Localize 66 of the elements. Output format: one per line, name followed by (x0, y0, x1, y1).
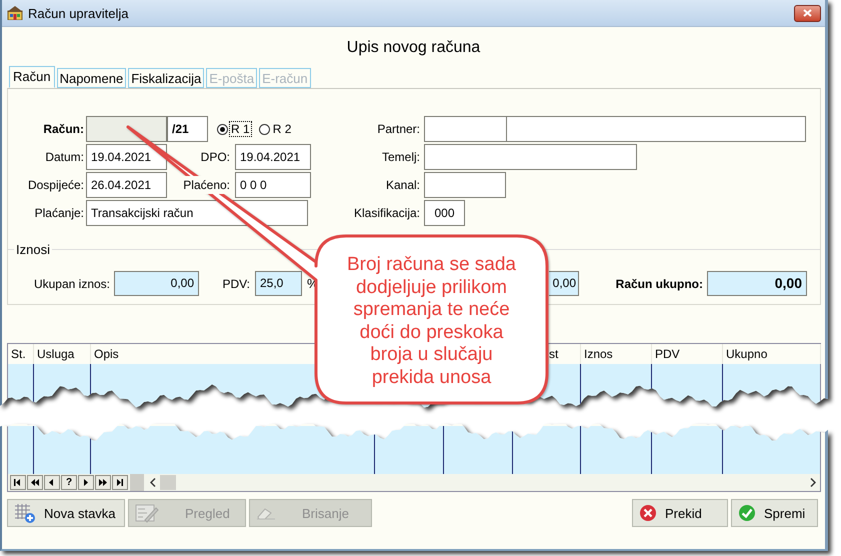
group-title: Iznosi (15, 242, 51, 256)
field-label: Ukupan iznos: (32, 276, 111, 290)
tab[interactable]: Fiskalizacija (128, 68, 204, 88)
radio-button[interactable]: R 1 (217, 122, 251, 136)
date-field[interactable]: 19.04.2021 (86, 144, 167, 170)
input-field[interactable]: 0 0 0 (235, 172, 311, 198)
action-button[interactable]: Prekid (632, 499, 728, 527)
scroll-right-icon (810, 478, 816, 487)
form-heading: Upis novog računa (346, 38, 482, 58)
amount-field[interactable]: 0,00 (114, 271, 199, 296)
total-field[interactable]: 0,00 (707, 271, 807, 296)
scrollbar-corner (130, 474, 144, 491)
navigator-button[interactable] (10, 475, 26, 490)
column-header[interactable]: Opis (91, 344, 319, 364)
fast-forward-icon (99, 479, 107, 486)
date-field[interactable]: 19.04.2021 (235, 144, 311, 170)
field-label: Klasifikacija: (352, 206, 421, 220)
field-label: Plaćanje: (34, 206, 85, 220)
field-label: Račun ukupno: (614, 276, 704, 290)
close-button[interactable] (794, 4, 821, 22)
field-label: Kanal: (384, 178, 421, 192)
scroll-thumb[interactable] (160, 475, 176, 490)
tab[interactable]: Račun (9, 66, 55, 88)
partner-name-field[interactable] (506, 116, 806, 142)
field-label: Datum: (44, 150, 85, 164)
callout-text: Broj računa se sada dodjeljuje prilikom spremanja te neće doći do preskoka broja u slučaju prekida unosa (346, 254, 517, 390)
scroll-left-icon (150, 478, 156, 487)
navigator-button[interactable]: ? (61, 475, 77, 490)
close-icon (803, 9, 812, 17)
action-button[interactable]: Nova stavka (7, 499, 125, 527)
invoice-number-field[interactable] (86, 116, 167, 142)
invoice-suffix-field[interactable]: /21 (167, 116, 208, 142)
amount-field[interactable]: 0,00 (549, 271, 579, 296)
field-label: DPO: (200, 150, 231, 164)
field-label: Temelj: (380, 150, 421, 164)
tab[interactable]: Napomene (56, 68, 126, 88)
next-icon (82, 479, 90, 486)
table-add-icon (14, 503, 36, 523)
radio-button[interactable]: R 2 (258, 122, 292, 136)
first-record-icon (14, 479, 22, 486)
eraser-icon (256, 506, 276, 520)
cross-circle-icon (639, 504, 657, 522)
payment-field[interactable]: Transakcijski račun (86, 200, 308, 226)
field-label: Dospijeće: (26, 178, 85, 192)
last-record-icon (116, 479, 124, 486)
window-title: Račun upravitelja (28, 6, 130, 20)
navigator-button[interactable] (95, 475, 111, 490)
date-field[interactable]: 26.04.2021 (86, 172, 167, 198)
navigator-button[interactable] (112, 475, 128, 490)
vat-rate-field[interactable]: 25,0 (255, 271, 302, 296)
action-button[interactable]: Spremi (731, 499, 818, 527)
check-circle-icon (738, 504, 756, 522)
input-field[interactable]: 000 (424, 200, 465, 226)
navigator-button[interactable] (78, 475, 94, 490)
input-field[interactable] (424, 172, 506, 198)
navigator-button[interactable] (27, 475, 43, 490)
rewind-icon (31, 479, 39, 486)
field-label: Račun: (42, 122, 85, 136)
partner-code-field[interactable] (424, 116, 507, 142)
previous-icon (48, 479, 56, 486)
navigator-button[interactable] (44, 475, 60, 490)
building-icon (7, 6, 23, 20)
field-label: Partner: (376, 122, 421, 136)
field-label: PDV: (221, 276, 251, 290)
input-field[interactable] (424, 144, 637, 170)
form-pencil-icon (135, 503, 159, 523)
